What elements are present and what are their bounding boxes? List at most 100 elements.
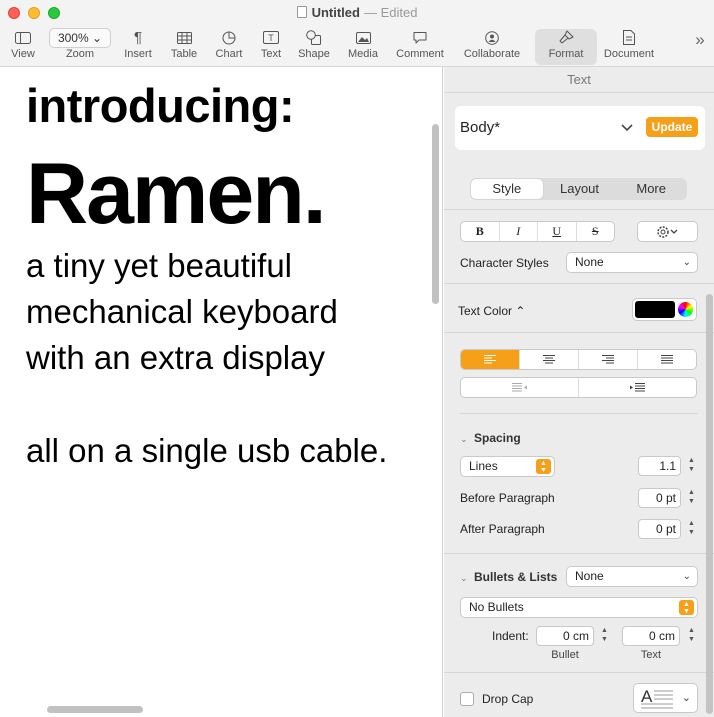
drop-cap-checkbox[interactable] (460, 692, 474, 706)
document-canvas[interactable]: introducing: Ramen. a tiny yet beautiful… (0, 67, 443, 717)
document-body-line[interactable]: a tiny yet beautiful (26, 247, 292, 285)
decrease-indent-icon (511, 383, 527, 392)
spacing-section-header[interactable]: ⌄ Spacing (460, 431, 521, 445)
after-paragraph-field[interactable]: 0 pt (638, 519, 681, 539)
table-icon (166, 29, 202, 46)
drop-cap-style-popup[interactable]: A ⌄ (633, 683, 698, 713)
insert-button[interactable]: ¶ Insert (120, 29, 156, 65)
bullet-type-popup[interactable]: No Bullets ▲ ▼ (460, 597, 698, 618)
table-button[interactable]: Table (166, 29, 202, 65)
pilcrow-icon: ¶ (133, 29, 143, 46)
before-paragraph-label: Before Paragraph (460, 491, 555, 505)
tab-more[interactable]: More (615, 178, 687, 200)
shape-icon (296, 29, 332, 46)
document-body-line[interactable]: mechanical keyboard (26, 293, 338, 331)
align-right-button[interactable] (579, 350, 638, 369)
alignment-control (460, 349, 697, 370)
align-left-icon (484, 355, 496, 364)
decrease-indent-button[interactable] (461, 378, 579, 397)
document-label: Document (603, 48, 655, 60)
align-justify-button[interactable] (638, 350, 696, 369)
bullet-type-value: No Bullets (469, 600, 524, 614)
document-heading-introducing[interactable]: introducing: (26, 78, 295, 133)
collaborate-label: Collaborate (463, 48, 521, 60)
chevron-down-icon[interactable] (621, 121, 633, 135)
color-wheel-icon[interactable] (678, 302, 693, 317)
chevron-down-icon: ⌄ (681, 692, 691, 704)
document-horizontal-scrollbar[interactable] (47, 706, 143, 713)
divider (444, 332, 714, 333)
format-button[interactable]: Format (535, 29, 597, 65)
tab-layout[interactable]: Layout (544, 178, 616, 200)
font-style-buttons: B I U S (460, 221, 615, 242)
collaborate-icon (461, 29, 523, 46)
photo-icon (344, 29, 382, 46)
zoom-control[interactable]: 300% ⌄ Zoom (48, 27, 112, 65)
line-spacing-mode-value: Lines (469, 459, 498, 473)
sidebar-icon (6, 29, 40, 46)
divider (460, 413, 698, 414)
document-heading-ramen[interactable]: Ramen. (26, 145, 327, 244)
line-spacing-field[interactable]: 1.1 (638, 456, 681, 476)
bullet-indent-field[interactable]: 0 cm (536, 626, 594, 646)
spacing-label: Spacing (474, 431, 521, 445)
document-button[interactable]: Document (600, 29, 658, 65)
chart-button[interactable]: Chart (211, 29, 247, 65)
format-inspector: Text Body* Update Style Layout More B I … (444, 67, 714, 717)
document-body-line[interactable]: all on a single usb cable. (26, 432, 387, 470)
before-paragraph-stepper[interactable]: ▲ ▼ (687, 488, 696, 508)
tab-style[interactable]: Style (471, 179, 543, 199)
zoom-popup[interactable]: 300% ⌄ (49, 27, 111, 48)
line-spacing-stepper[interactable]: ▲ ▼ (687, 456, 696, 476)
bullets-style-popup[interactable]: None ⌄ (566, 566, 698, 587)
view-button[interactable]: View (6, 29, 40, 65)
before-paragraph-field[interactable]: 0 pt (638, 488, 681, 508)
collaborate-button[interactable]: Collaborate (461, 29, 523, 65)
comment-button[interactable]: Comment (394, 29, 446, 65)
text-box-icon: T (254, 29, 288, 46)
text-button[interactable]: T Text (254, 29, 288, 65)
advanced-options-button[interactable] (637, 221, 698, 242)
indent-label: Indent: (492, 629, 529, 643)
divider (444, 92, 714, 93)
paragraph-style-selector[interactable]: Body* Update (455, 106, 705, 150)
svg-text:A: A (641, 687, 653, 706)
bullet-indent-stepper[interactable]: ▲ ▼ (600, 626, 609, 646)
edited-status: — Edited (363, 5, 418, 20)
toolbar-overflow-button[interactable]: » (690, 30, 710, 66)
update-style-button[interactable]: Update (646, 117, 698, 137)
text-label: Text (260, 48, 282, 60)
text-indent-stepper[interactable]: ▲ ▼ (687, 626, 696, 646)
bold-button[interactable]: B (461, 222, 500, 241)
chevron-down-icon: ⌄ (682, 571, 691, 582)
bullet-indent-caption: Bullet (551, 649, 579, 661)
document-body-line[interactable]: with an extra display (26, 339, 325, 377)
strikethrough-button[interactable]: S (577, 222, 615, 241)
underline-button[interactable]: U (538, 222, 577, 241)
bullets-style-value: None (575, 569, 604, 583)
italic-button[interactable]: I (500, 222, 538, 241)
increase-indent-button[interactable] (579, 378, 696, 397)
divider (444, 672, 714, 673)
text-color-label: Text Color ⌃ (458, 304, 526, 318)
bullets-section-header[interactable]: ⌄ Bullets & Lists (460, 570, 557, 584)
color-swatch (635, 301, 675, 318)
align-center-button[interactable] (520, 350, 579, 369)
window-title: Untitled — Edited (0, 5, 714, 20)
divider (444, 209, 714, 210)
line-spacing-mode-popup[interactable]: Lines ▲ ▼ (460, 456, 555, 477)
inspector-scrollbar[interactable] (706, 294, 713, 714)
shape-button[interactable]: Shape (296, 29, 332, 65)
document-vertical-scrollbar[interactable] (432, 124, 439, 304)
indent-control (460, 377, 697, 398)
after-paragraph-stepper[interactable]: ▲ ▼ (687, 519, 696, 539)
media-button[interactable]: Media (344, 29, 382, 65)
align-left-button[interactable] (461, 350, 520, 369)
character-styles-popup[interactable]: None ⌄ (566, 252, 698, 273)
bullets-label: Bullets & Lists (474, 570, 558, 584)
text-indent-field[interactable]: 0 cm (622, 626, 680, 646)
updown-chevron-icon: ▲ ▼ (536, 459, 551, 474)
media-label: Media (348, 48, 378, 60)
document-name: Untitled (311, 5, 360, 20)
text-color-well[interactable] (632, 298, 697, 321)
